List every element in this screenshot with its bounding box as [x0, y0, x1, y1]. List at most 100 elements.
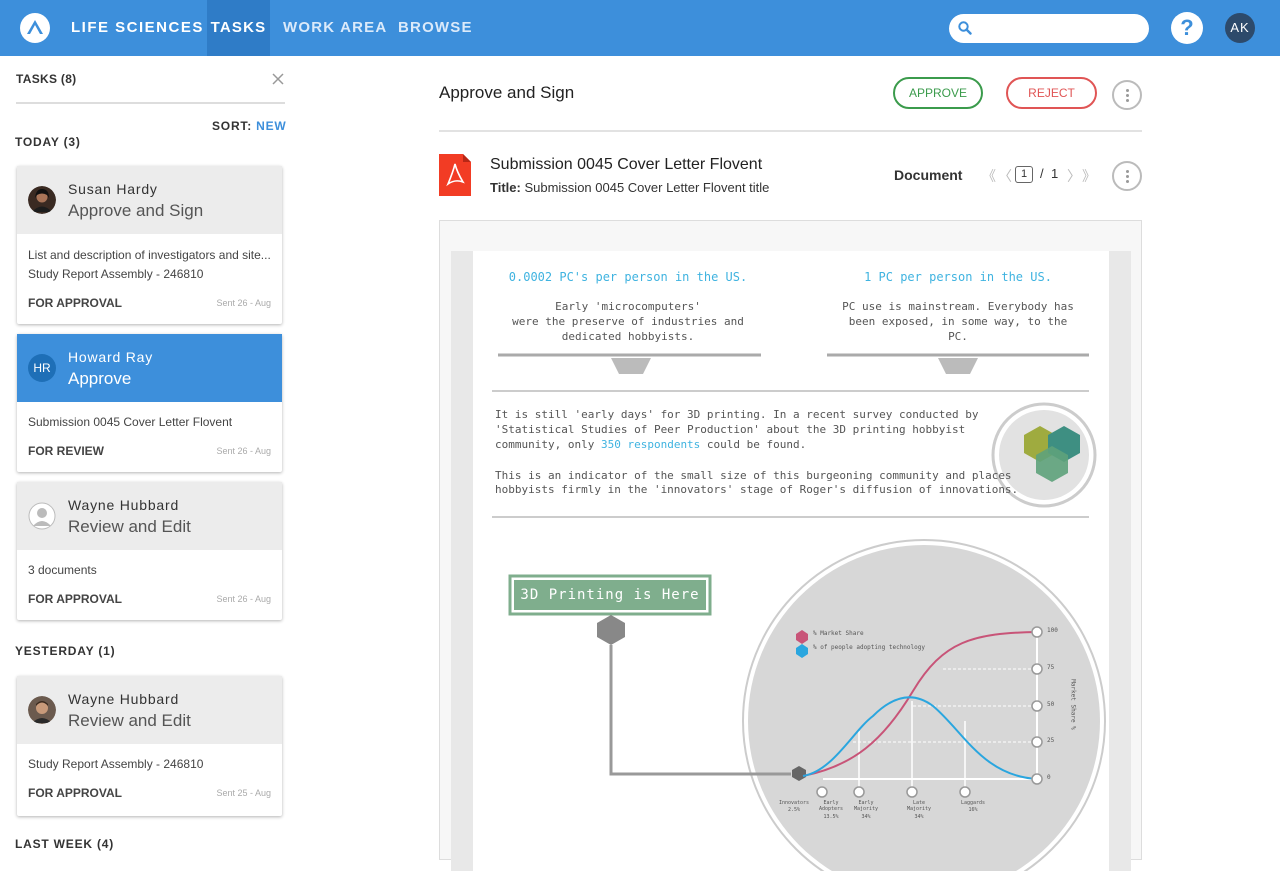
- page-number-input[interactable]: 1: [1015, 166, 1033, 183]
- y-axis-label: Market Share %: [1069, 679, 1077, 730]
- paragraph-line: community, only 350 respondents could be…: [495, 438, 806, 451]
- help-icon[interactable]: ?: [1171, 12, 1203, 44]
- x-category: Laggards: [960, 800, 986, 806]
- y-tick: 50: [1047, 701, 1055, 708]
- approve-button[interactable]: APPROVE: [893, 77, 983, 109]
- search-box[interactable]: [949, 14, 1149, 43]
- avatar: HR: [28, 354, 56, 382]
- tasks-title: TASKS (8): [16, 72, 77, 86]
- sort-label: SORT:: [212, 119, 252, 133]
- document-page-content: 0.0002 PC's per person in the US. 1 PC p…: [473, 251, 1109, 871]
- y-tick: 0: [1047, 774, 1051, 781]
- task-assignee: Wayne Hubbard: [68, 497, 180, 513]
- page-separator: /: [1040, 166, 1044, 181]
- desc-left-3: dedicated hobbyists.: [561, 330, 695, 343]
- task-card[interactable]: Wayne Hubbard Review and Edit 3 document…: [17, 482, 282, 620]
- group-label-today: TODAY (3): [15, 135, 81, 149]
- x-category-pct: 2.5%: [787, 807, 801, 813]
- avatar: [28, 696, 56, 724]
- legend-item: % of people adopting technology: [813, 644, 925, 651]
- task-description: Study Report Assembly - 246810: [28, 267, 204, 281]
- y-tick: 25: [1047, 737, 1055, 744]
- task-sent-date: Sent 26 - Aug: [216, 594, 271, 604]
- document-title-label: Title:: [490, 180, 521, 195]
- brand-title: LIFE SCIENCES: [71, 19, 204, 36]
- document-name: Submission 0045 Cover Letter Flovent: [490, 156, 763, 173]
- task-sent-date: Sent 25 - Aug: [216, 788, 271, 798]
- desc-right-3: PC.: [948, 330, 968, 343]
- task-description: 3 documents: [28, 563, 97, 577]
- task-assignee: Susan Hardy: [68, 181, 158, 197]
- task-description: List and description of investigators an…: [28, 248, 271, 262]
- reject-button[interactable]: REJECT: [1006, 77, 1097, 109]
- search-input[interactable]: [979, 18, 1139, 39]
- divider: [16, 102, 285, 104]
- x-category: Late Majority: [906, 800, 932, 812]
- group-label-yesterday: YESTERDAY (1): [15, 644, 116, 658]
- task-card-header: HR Howard Ray Approve: [17, 334, 282, 402]
- desc-left-1: Early 'microcomputers': [555, 300, 701, 313]
- pdf-file-icon: [439, 154, 471, 196]
- y-tick: 100: [1047, 627, 1058, 634]
- paragraph-line: This is an indicator of the small size o…: [495, 469, 1012, 482]
- document-title-row: Title: Submission 0045 Cover Letter Flov…: [490, 180, 769, 195]
- group-label-last-week: LAST WEEK (4): [15, 837, 115, 851]
- stat-left: 0.0002 PC's per person in the US.: [508, 270, 748, 284]
- close-icon[interactable]: [270, 71, 286, 87]
- task-description: Study Report Assembly - 246810: [28, 757, 204, 771]
- prev-page-icon[interactable]: 〈: [998, 166, 1012, 186]
- task-description: Submission 0045 Cover Letter Flovent: [28, 415, 233, 429]
- sort-control[interactable]: SORT: NEW: [212, 119, 287, 133]
- x-category-pct: 34%: [914, 814, 924, 820]
- task-card[interactable]: Susan Hardy Approve and Sign List and de…: [17, 166, 282, 324]
- page-total: 1: [1051, 166, 1059, 181]
- respondents-link[interactable]: 350 respondents: [601, 438, 700, 451]
- task-status: FOR REVIEW: [28, 444, 105, 458]
- stat-right: 1 PC per person in the US.: [864, 270, 1052, 284]
- document-type-label: Document: [894, 167, 963, 183]
- task-action: Approve: [68, 369, 132, 388]
- desc-left-2: were the preserve of industries and: [512, 315, 744, 328]
- nav-tab-tasks[interactable]: TASKS: [207, 0, 270, 56]
- x-category: Early Adopters: [818, 800, 844, 812]
- paragraph-line: 'Statistical Studies of Peer Production'…: [495, 423, 966, 436]
- banner-title: 3D Printing is Here: [520, 587, 700, 603]
- avatar: [28, 186, 56, 214]
- avatar-placeholder-icon: [28, 502, 56, 530]
- task-status: FOR APPROVAL: [28, 296, 123, 310]
- app-logo-icon[interactable]: [19, 12, 51, 44]
- x-category: Innovators: [778, 800, 810, 806]
- last-page-icon[interactable]: 》: [1082, 166, 1096, 186]
- infographic: [492, 353, 1106, 871]
- task-sent-date: Sent 26 - Aug: [216, 446, 271, 456]
- nav-tab-work-area[interactable]: WORK AREA: [283, 0, 387, 56]
- first-page-icon[interactable]: 《: [982, 166, 996, 186]
- task-assignee: Wayne Hubbard: [68, 691, 180, 707]
- y-tick: 75: [1047, 664, 1055, 671]
- task-card-header: Wayne Hubbard Review and Edit: [17, 676, 282, 744]
- x-category-pct: 13.5%: [823, 814, 839, 820]
- sort-value[interactable]: NEW: [256, 119, 286, 133]
- divider: [439, 130, 1142, 132]
- paragraph-text: could be found.: [700, 438, 807, 451]
- x-category-pct: 34%: [861, 814, 871, 820]
- next-page-icon[interactable]: 〉: [1067, 166, 1081, 186]
- task-action: Approve and Sign: [68, 201, 204, 220]
- search-icon: [958, 21, 972, 35]
- paragraph-text: community, only: [495, 438, 601, 451]
- task-action: Review and Edit: [68, 517, 191, 536]
- page-title: Approve and Sign: [439, 83, 575, 102]
- x-category: Early Majority: [853, 800, 879, 812]
- more-options-icon[interactable]: [1112, 80, 1142, 110]
- user-avatar[interactable]: AK: [1225, 13, 1255, 43]
- task-sent-date: Sent 26 - Aug: [216, 298, 271, 308]
- document-options-icon[interactable]: [1112, 161, 1142, 191]
- task-card-header: Wayne Hubbard Review and Edit: [17, 482, 282, 550]
- paragraph-line: It is still 'early days' for 3D printing…: [495, 408, 979, 421]
- nav-tab-browse[interactable]: BROWSE: [398, 0, 473, 56]
- task-card-header: Susan Hardy Approve and Sign: [17, 166, 282, 234]
- task-card[interactable]: Wayne Hubbard Review and Edit Study Repo…: [17, 676, 282, 816]
- task-card-selected[interactable]: HR Howard Ray Approve Submission 0045 Co…: [17, 334, 282, 472]
- task-assignee: Howard Ray: [68, 349, 154, 365]
- desc-right-2: been exposed, in some way, to the: [848, 315, 1068, 328]
